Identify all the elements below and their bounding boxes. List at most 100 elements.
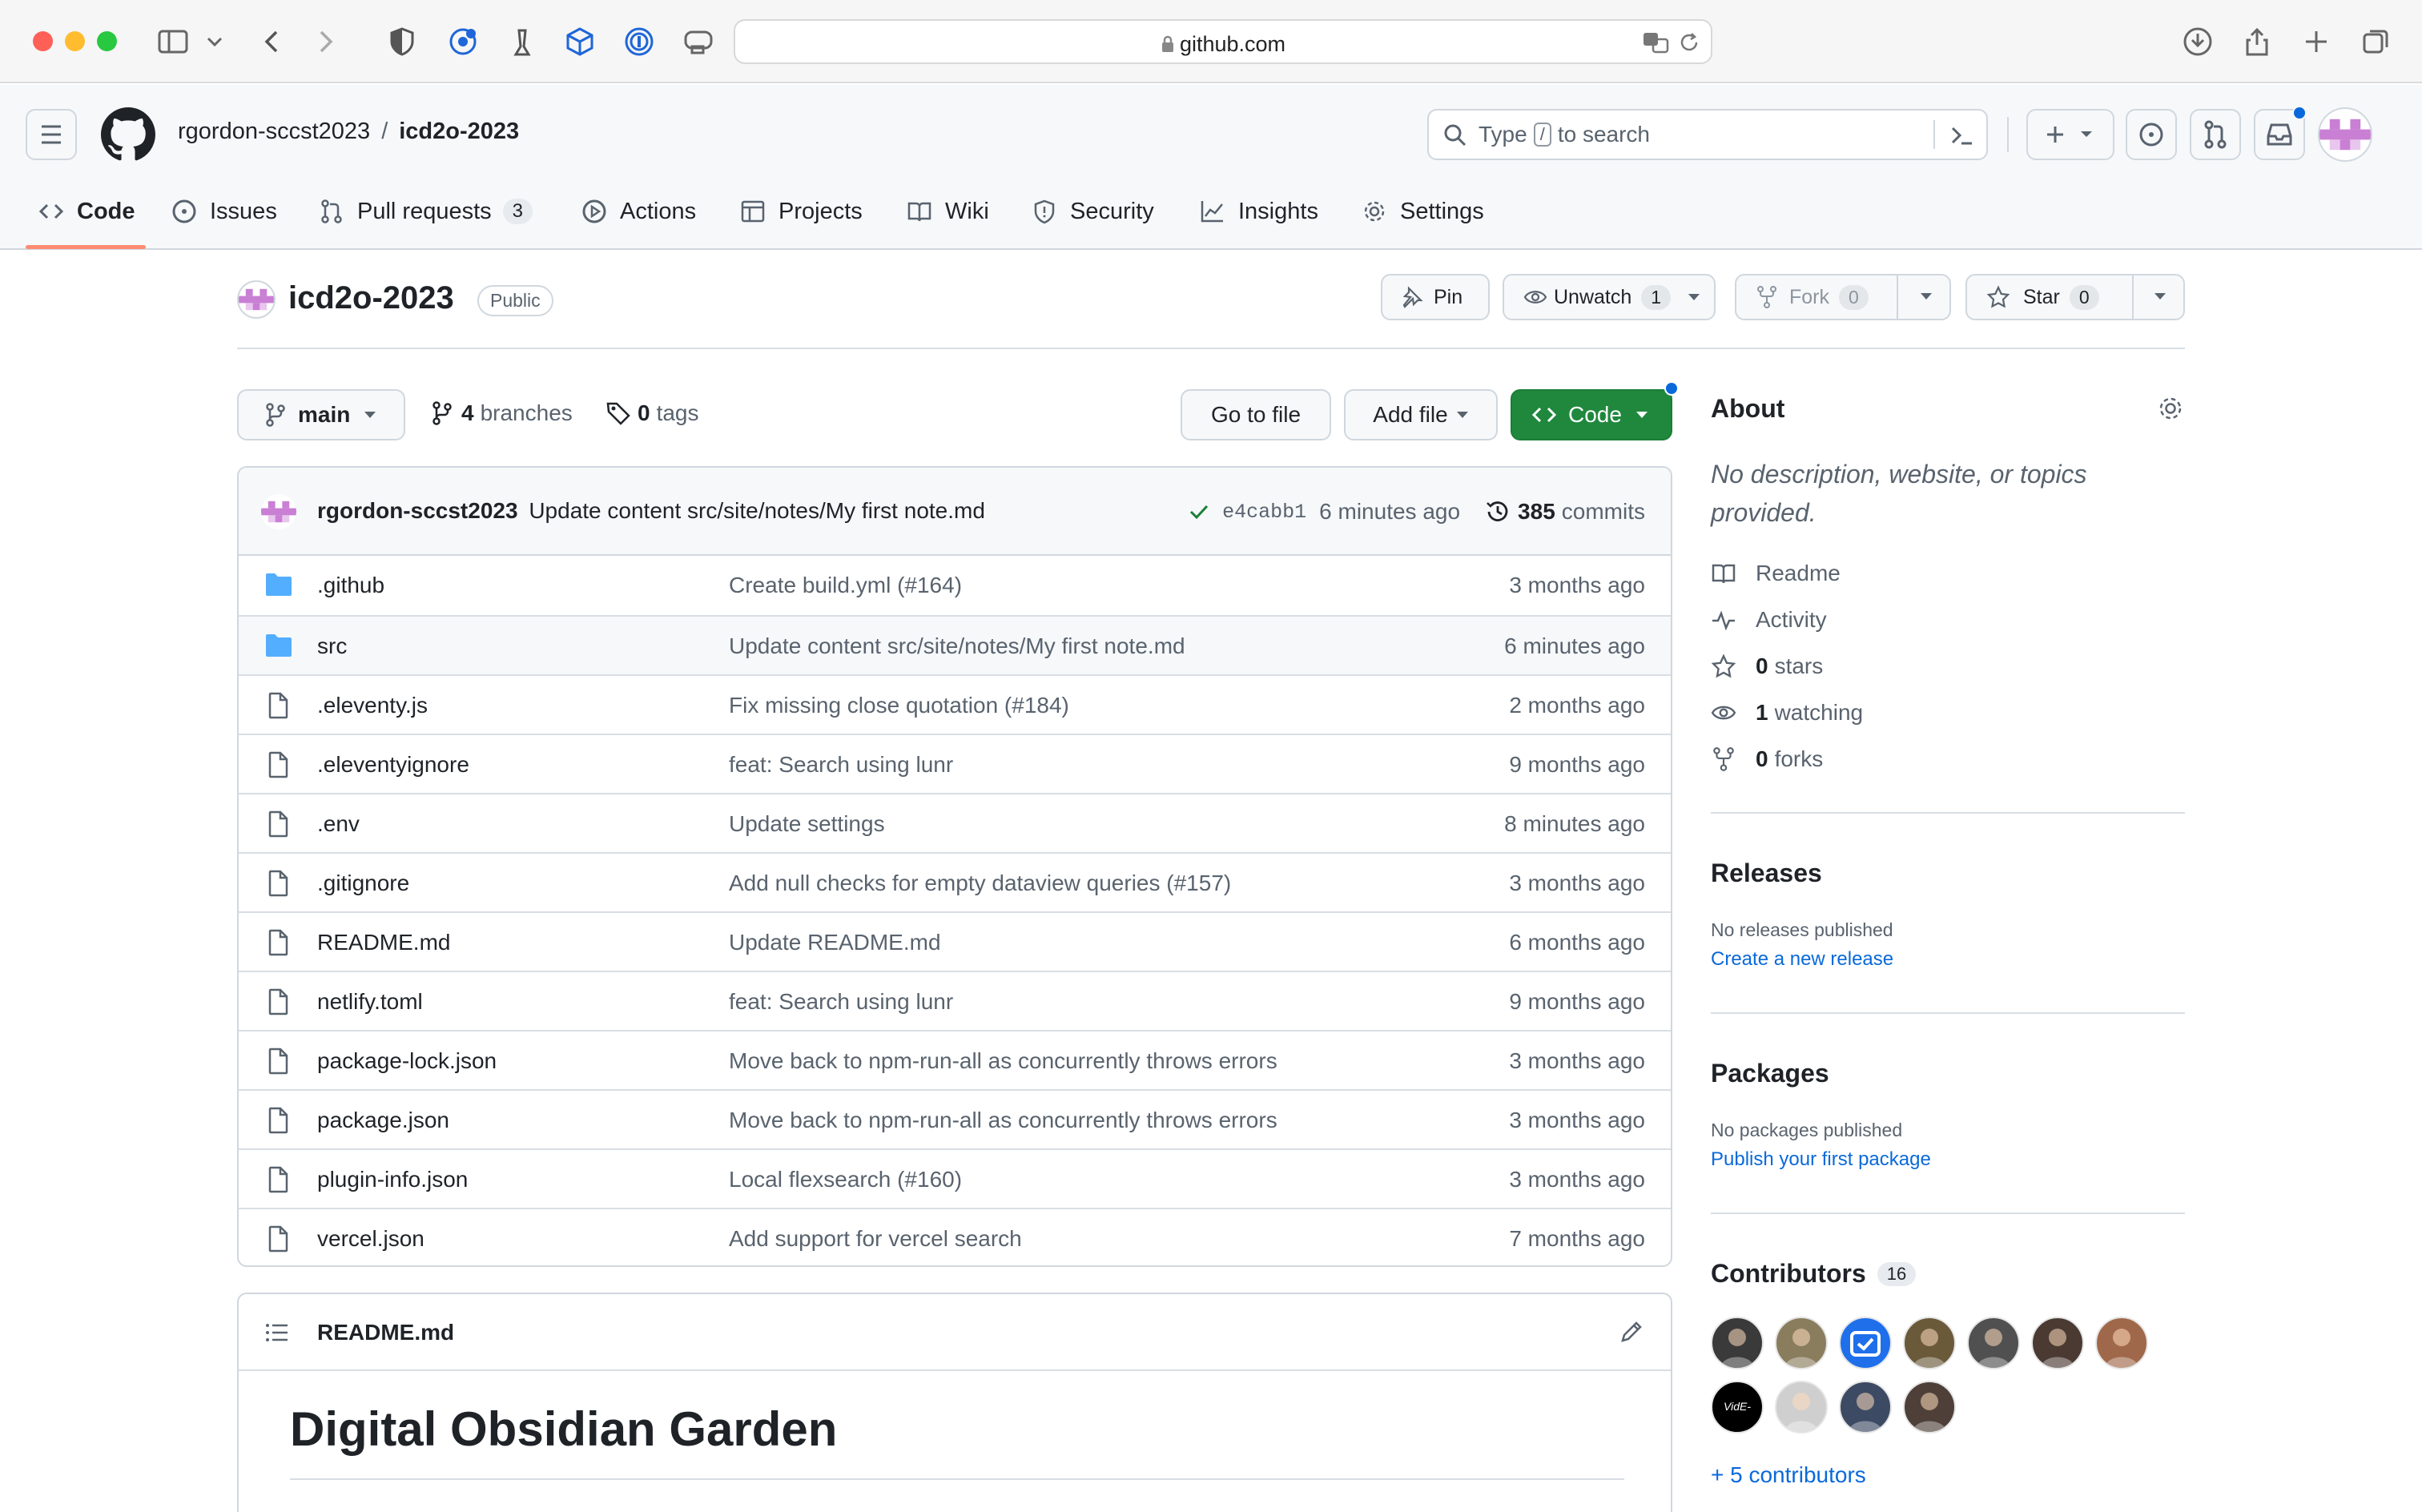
create-new-button[interactable] <box>2026 109 2114 160</box>
watching-link[interactable]: 1 watching <box>1711 697 1863 729</box>
packages-title[interactable]: Packages <box>1711 1059 1829 1088</box>
extension-refresh-icon[interactable] <box>445 24 481 59</box>
command-palette-icon[interactable] <box>1946 120 1977 151</box>
inbox-button[interactable] <box>2254 106 2307 160</box>
extension-cube-icon[interactable] <box>562 24 597 59</box>
tab-projects[interactable]: Projects <box>740 191 863 232</box>
file-commit-message[interactable]: feat: Search using lunr <box>729 752 953 778</box>
table-row[interactable]: src Update content src/site/notes/My firs… <box>239 615 1671 674</box>
breadcrumb-owner[interactable]: rgordon-sccst2023 <box>178 119 370 145</box>
file-commit-message[interactable]: Move back to npm-run-all as concurrently… <box>729 1048 1277 1074</box>
table-row[interactable]: netlify.toml feat: Search using lunr 9 mon… <box>239 971 1671 1030</box>
tab-issues[interactable]: Issues <box>171 191 277 232</box>
commit-message[interactable]: Update content src/site/notes/My first n… <box>529 498 985 523</box>
tab-security[interactable]: Security <box>1032 191 1154 232</box>
chevron-down-icon[interactable] <box>1919 292 1933 301</box>
file-commit-message[interactable]: Add support for vercel search <box>729 1226 1022 1252</box>
extension-chat-icon[interactable] <box>681 24 716 59</box>
table-row[interactable]: .eleventy.js Fix missing close quotation … <box>239 674 1671 734</box>
file-commit-message[interactable]: Add null checks for empty dataview queri… <box>729 871 1231 896</box>
commits-label[interactable]: commits <box>1562 499 1645 525</box>
readme-filename[interactable]: README.md <box>317 1320 454 1345</box>
file-commit-message[interactable]: Fix missing close quotation (#184) <box>729 693 1069 718</box>
contributor-avatar[interactable]: VidE- <box>1711 1381 1764 1434</box>
contributors-title[interactable]: Contributors <box>1711 1259 1866 1289</box>
reload-icon[interactable] <box>1677 30 1701 54</box>
contributor-avatar[interactable] <box>1839 1381 1892 1434</box>
fork-button[interactable]: Fork 0 <box>1735 274 1951 320</box>
table-row[interactable]: package.json Move back to npm-run-all as … <box>239 1089 1671 1148</box>
github-logo-icon[interactable] <box>101 107 155 162</box>
releases-title[interactable]: Releases <box>1711 859 1822 888</box>
breadcrumb-repo[interactable]: icd2o-2023 <box>399 119 519 145</box>
file-name[interactable]: README.md <box>317 930 450 955</box>
search-input[interactable]: Type / to search <box>1427 109 1988 160</box>
pull-requests-button[interactable] <box>2190 109 2241 160</box>
stars-link[interactable]: 0 stars <box>1711 650 1823 682</box>
list-icon[interactable] <box>264 1320 290 1345</box>
table-row[interactable]: .github Create build.yml (#164) 3 months a… <box>239 556 1671 615</box>
tab-code[interactable]: Code <box>38 191 135 232</box>
close-window-button[interactable] <box>33 31 53 51</box>
contributor-avatar[interactable] <box>1839 1317 1892 1369</box>
tab-wiki[interactable]: Wiki <box>907 191 989 232</box>
create-release-link[interactable]: Create a new release <box>1711 948 1893 971</box>
contributor-avatar[interactable] <box>1903 1381 1956 1434</box>
contributor-avatar[interactable] <box>2095 1317 2148 1369</box>
contributor-avatar[interactable] <box>1967 1317 2020 1369</box>
back-icon[interactable] <box>255 24 290 59</box>
user-avatar[interactable] <box>2318 107 2372 162</box>
table-row[interactable]: .eleventyignore feat: Search using lunr 9 … <box>239 734 1671 793</box>
pencil-icon[interactable] <box>1618 1318 1645 1345</box>
sidebar-toggle-icon[interactable] <box>155 24 191 59</box>
repo-name[interactable]: icd2o-2023 <box>288 280 454 316</box>
file-name[interactable]: package.json <box>317 1108 449 1133</box>
pin-button[interactable]: Pin <box>1381 274 1490 320</box>
commit-author-avatar[interactable] <box>261 494 296 529</box>
add-file-button[interactable]: Add file <box>1344 389 1498 440</box>
tab-pull-requests[interactable]: Pull requests 3 <box>319 191 533 232</box>
file-name[interactable]: .eleventyignore <box>317 752 469 778</box>
table-row[interactable]: vercel.json Add support for vercel search… <box>239 1208 1671 1265</box>
table-row[interactable]: .gitignore Add null checks for empty data… <box>239 852 1671 911</box>
file-commit-message[interactable]: Update settings <box>729 811 885 837</box>
extension-pen-icon[interactable] <box>505 24 540 59</box>
readme-link[interactable]: Readme <box>1711 557 1841 589</box>
file-commit-message[interactable]: Update README.md <box>729 930 941 955</box>
issues-button[interactable] <box>2126 109 2177 160</box>
tab-settings[interactable]: Settings <box>1362 191 1484 232</box>
chevron-down-icon[interactable] <box>2153 292 2167 301</box>
file-name[interactable]: src <box>317 633 347 659</box>
commit-sha[interactable]: e4cabb1 <box>1222 501 1306 524</box>
tab-overview-icon[interactable] <box>2358 24 2393 59</box>
menu-button[interactable] <box>26 109 77 160</box>
contributor-avatar[interactable] <box>2031 1317 2084 1369</box>
chevron-down-icon[interactable] <box>203 24 226 59</box>
privacy-shield-icon[interactable] <box>384 24 420 59</box>
go-to-file-button[interactable]: Go to file <box>1181 389 1331 440</box>
table-row[interactable]: plugin-info.json Local flexsearch (#160) 3… <box>239 1148 1671 1208</box>
translate-icon[interactable] <box>1642 30 1671 54</box>
file-commit-message[interactable]: Update content src/site/notes/My first n… <box>729 633 1185 659</box>
file-name[interactable]: .github <box>317 573 384 598</box>
contributor-avatar[interactable] <box>1775 1317 1828 1369</box>
file-commit-message[interactable]: Move back to npm-run-all as concurrently… <box>729 1108 1277 1133</box>
branch-selector[interactable]: main <box>237 389 405 440</box>
file-name[interactable]: vercel.json <box>317 1226 424 1252</box>
file-name[interactable]: package-lock.json <box>317 1048 497 1074</box>
contributor-avatar[interactable] <box>1903 1317 1956 1369</box>
forks-link[interactable]: 0 forks <box>1711 743 1823 775</box>
forward-icon[interactable] <box>308 24 343 59</box>
password-manager-icon[interactable] <box>622 24 657 59</box>
unwatch-button[interactable]: Unwatch 1 <box>1503 274 1716 320</box>
downloads-icon[interactable] <box>2180 24 2215 59</box>
contributor-avatar[interactable] <box>1775 1381 1828 1434</box>
file-commit-message[interactable]: Local flexsearch (#160) <box>729 1167 962 1192</box>
address-bar[interactable]: github.com <box>734 19 1712 64</box>
file-name[interactable]: .eleventy.js <box>317 693 428 718</box>
publish-package-link[interactable]: Publish your first package <box>1711 1148 1931 1171</box>
gear-icon[interactable] <box>2156 394 2185 423</box>
file-name[interactable]: .env <box>317 811 360 837</box>
commit-author[interactable]: rgordon-sccst2023 <box>317 498 518 523</box>
file-name[interactable]: plugin-info.json <box>317 1167 468 1192</box>
